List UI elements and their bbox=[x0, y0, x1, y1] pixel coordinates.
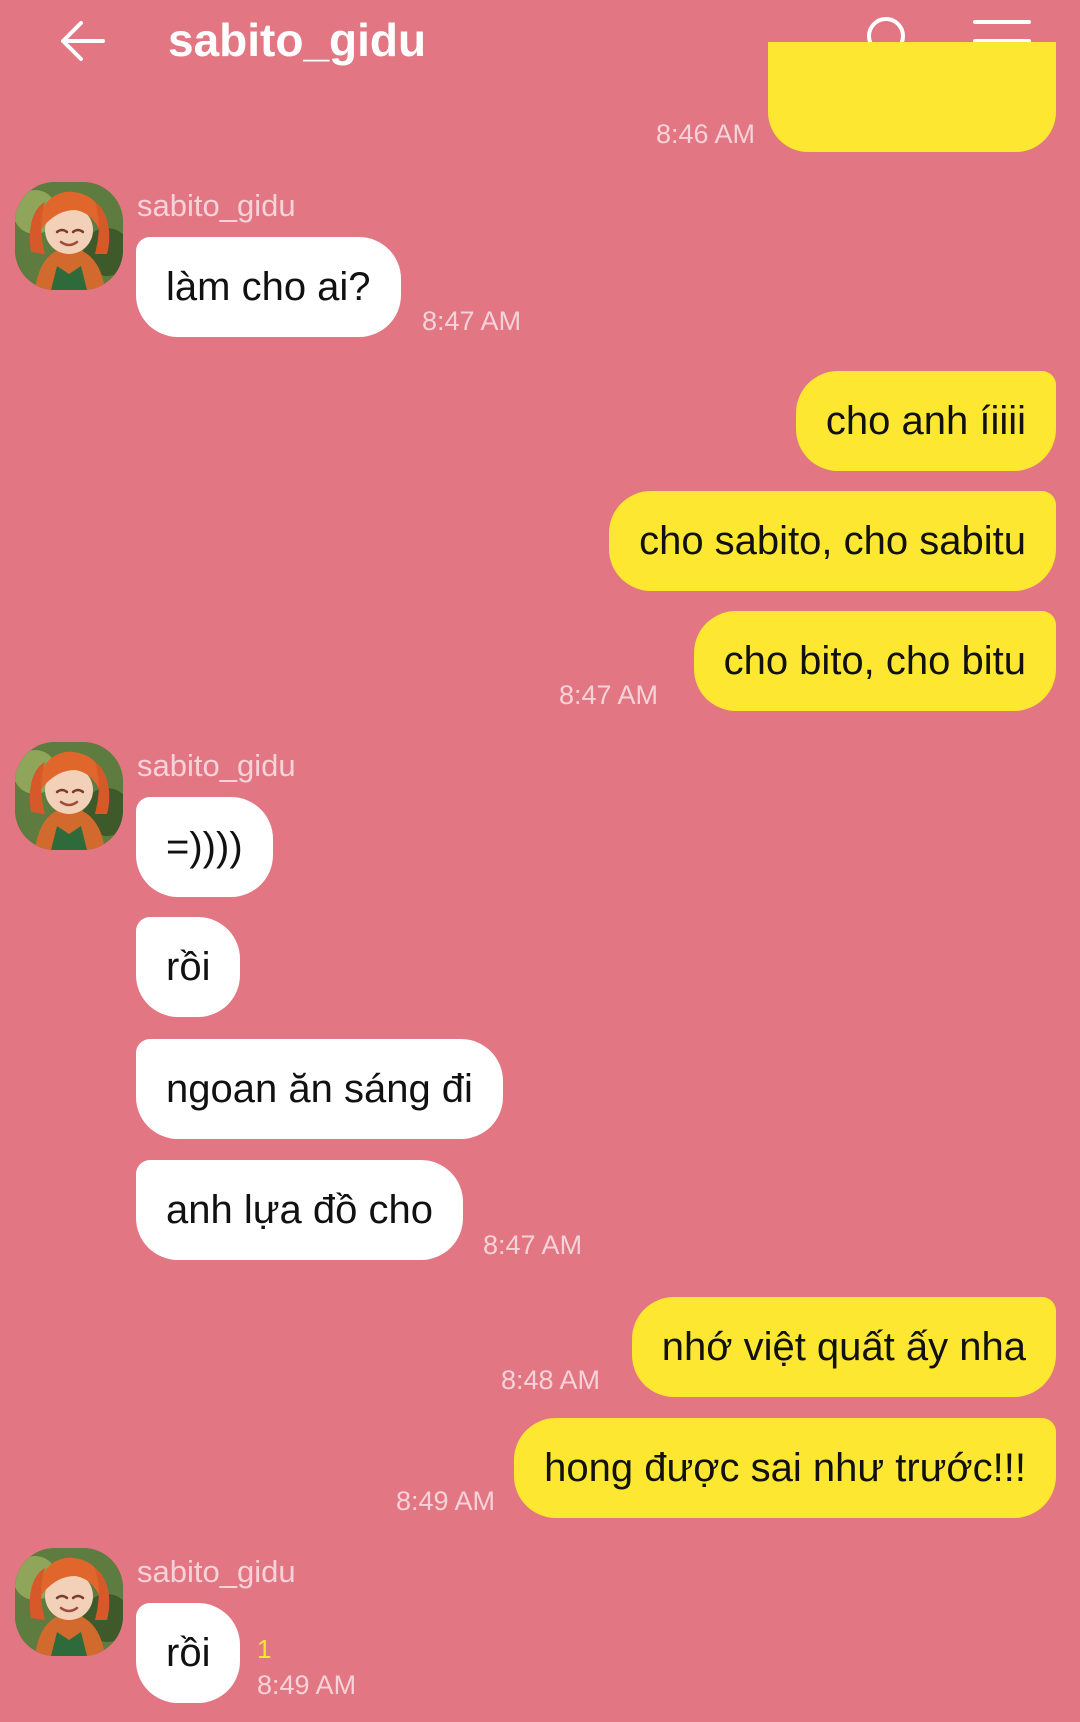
message-time: 8:47 AM bbox=[558, 680, 658, 710]
message-text: anh lựa đồ cho bbox=[166, 1188, 433, 1232]
message-bubble-outgoing[interactable]: hong được sai như trước!!! bbox=[514, 1418, 1056, 1518]
message-time: 8:48 AM bbox=[500, 1365, 600, 1395]
sender-name: sabito_gidu bbox=[137, 1554, 296, 1589]
avatar-image bbox=[15, 742, 123, 850]
avatar[interactable] bbox=[15, 742, 123, 850]
message-text: rồi bbox=[166, 1631, 211, 1675]
message-bubble-incoming[interactable]: =)))) bbox=[136, 797, 273, 897]
message-bubble-incoming[interactable]: rồi bbox=[136, 917, 241, 1017]
message-time: 8:47 AM bbox=[483, 1230, 583, 1260]
message-bubble-outgoing[interactable]: cho anh íiiii bbox=[795, 371, 1056, 471]
message-bubble-outgoing[interactable]: nhớ việt quất ấy nha bbox=[631, 1297, 1056, 1397]
back-arrow-icon bbox=[61, 21, 105, 61]
sender-name: sabito_gidu bbox=[137, 188, 296, 223]
message-bubble-incoming[interactable]: ngoan ăn sáng đi bbox=[136, 1039, 503, 1139]
message-bubble-outgoing[interactable]: cho bito, cho bitu bbox=[693, 611, 1056, 711]
message-time: 8:47 AM bbox=[422, 306, 522, 336]
back-button[interactable] bbox=[48, 8, 118, 74]
message-bubble-outgoing[interactable]: cho sabito, cho sabitu bbox=[609, 491, 1056, 591]
message-text: cho bito, cho bitu bbox=[723, 639, 1026, 683]
sender-name: sabito_gidu bbox=[137, 748, 296, 783]
message-text: =)))) bbox=[166, 825, 243, 869]
message-text: hong được sai như trước!!! bbox=[544, 1446, 1026, 1490]
avatar[interactable] bbox=[15, 182, 123, 290]
message-bubble-incoming[interactable]: rồi bbox=[136, 1603, 241, 1703]
message-text: ngoan ăn sáng đi bbox=[166, 1067, 473, 1111]
message-text: cho anh íiiii bbox=[825, 399, 1026, 443]
avatar-image bbox=[15, 1548, 123, 1656]
unread-count: 1 bbox=[257, 1634, 272, 1664]
message-time: 8:49 AM bbox=[395, 1486, 495, 1516]
message-text: nhớ việt quất ấy nha bbox=[661, 1325, 1026, 1369]
chat-title: sabito_gidu bbox=[168, 14, 427, 66]
message-bubble-partial[interactable] bbox=[768, 42, 1056, 152]
message-text: làm cho ai? bbox=[166, 265, 371, 309]
chat-screen: sabito_gidu 8:46 AM sabito_gidu làm cho … bbox=[0, 0, 1080, 1722]
message-text: cho sabito, cho sabitu bbox=[639, 519, 1026, 563]
message-bubble-incoming[interactable]: làm cho ai? bbox=[136, 237, 401, 337]
avatar-image bbox=[15, 182, 123, 290]
avatar[interactable] bbox=[15, 1548, 123, 1656]
message-text: rồi bbox=[166, 945, 211, 989]
message-bubble-incoming[interactable]: anh lựa đồ cho bbox=[136, 1160, 463, 1260]
message-time: 8:49 AM bbox=[257, 1670, 357, 1700]
message-time: 8:46 AM bbox=[655, 119, 755, 149]
